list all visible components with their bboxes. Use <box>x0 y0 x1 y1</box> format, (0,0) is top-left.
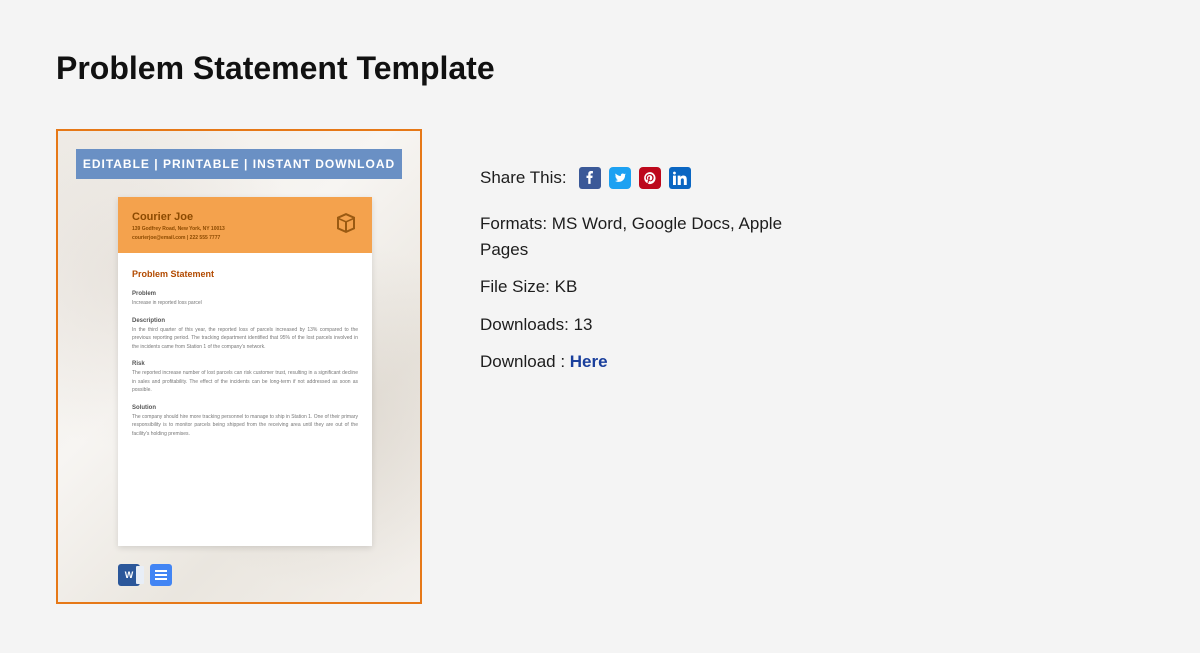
download-link[interactable]: Here <box>570 352 608 371</box>
formats-label: Formats: <box>480 214 552 233</box>
doc-brand: Courier Joe <box>132 211 358 223</box>
word-icon: W <box>118 564 140 586</box>
section-text: The reported increase number of lost par… <box>132 369 358 395</box>
doc-address: 139 Godfrey Road, New York, NY 10013 <box>132 226 358 232</box>
section-solution: Solution The company should hire more tr… <box>132 405 358 439</box>
doc-header: Courier Joe 139 Godfrey Road, New York, … <box>118 197 372 253</box>
download-label: Download : <box>480 352 570 371</box>
template-preview: EDITABLE | PRINTABLE | INSTANT DOWNLOAD … <box>56 129 422 604</box>
section-text: Increase in reported loss parcel <box>132 299 358 308</box>
section-heading: Solution <box>132 405 358 411</box>
doc-title: Problem Statement <box>132 269 358 279</box>
section-heading: Risk <box>132 361 358 367</box>
preview-banner: EDITABLE | PRINTABLE | INSTANT DOWNLOAD <box>76 149 402 179</box>
doc-contact: courierjoe@email.com | 222 555 7777 <box>132 235 358 241</box>
content-row: EDITABLE | PRINTABLE | INSTANT DOWNLOAD … <box>56 129 1144 604</box>
doc-wrap: Courier Joe 139 Godfrey Road, New York, … <box>58 179 420 602</box>
share-row: Share This: <box>480 167 810 189</box>
formats-row: Formats: MS Word, Google Docs, Apple Pag… <box>480 211 810 262</box>
document-sheet: Courier Joe 139 Godfrey Road, New York, … <box>118 197 372 546</box>
google-docs-icon <box>150 564 172 586</box>
section-text: The company should hire more tracking pe… <box>132 413 358 439</box>
section-heading: Problem <box>132 291 358 297</box>
downloads-label: Downloads: <box>480 315 574 334</box>
page-title: Problem Statement Template <box>56 50 1144 87</box>
package-icon <box>334 211 358 235</box>
download-row: Download : Here <box>480 349 810 375</box>
share-label: Share This: <box>480 168 567 188</box>
facebook-icon[interactable] <box>579 167 601 189</box>
doc-body: Problem Statement Problem Increase in re… <box>118 253 372 546</box>
filesize-value: KB <box>555 277 578 296</box>
filesize-label: File Size: <box>480 277 555 296</box>
linkedin-icon[interactable] <box>669 167 691 189</box>
downloads-row: Downloads: 13 <box>480 312 810 338</box>
section-heading: Description <box>132 318 358 324</box>
downloads-value: 13 <box>574 315 593 334</box>
section-description: Description In the third quarter of this… <box>132 318 358 352</box>
section-text: In the third quarter of this year, the r… <box>132 326 358 352</box>
twitter-icon[interactable] <box>609 167 631 189</box>
filesize-row: File Size: KB <box>480 274 810 300</box>
info-panel: Share This: Formats: MS Word, Google Doc… <box>480 129 810 387</box>
section-risk: Risk The reported increase number of los… <box>132 361 358 395</box>
section-problem: Problem Increase in reported loss parcel <box>132 291 358 308</box>
format-icons: W <box>118 564 172 586</box>
pinterest-icon[interactable] <box>639 167 661 189</box>
